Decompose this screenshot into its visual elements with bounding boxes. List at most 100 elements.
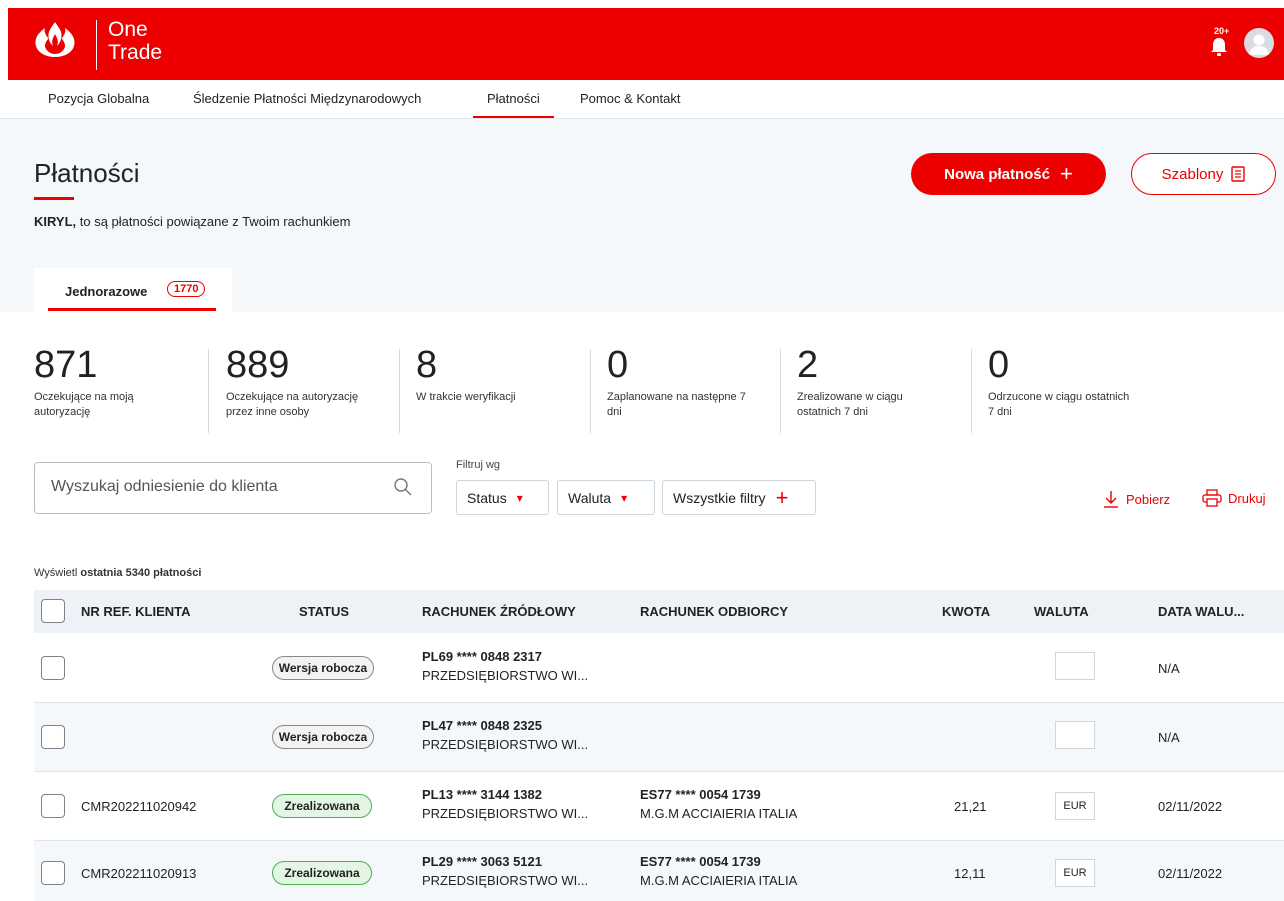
source-account-number: PL47 **** 0848 2325 xyxy=(422,718,542,733)
all-filters-label: Wszystkie filtry xyxy=(673,489,766,506)
col-status[interactable]: STATUS xyxy=(299,604,349,619)
stat-label: Odrzucone w ciągu ostatnich 7 dni xyxy=(988,391,1130,418)
table-row[interactable]: CMR202211020913 Zrealizowana PL29 **** 3… xyxy=(34,841,1284,901)
search-input[interactable] xyxy=(51,478,391,496)
status-badge: Wersja robocza xyxy=(272,656,374,680)
stat-divider xyxy=(399,349,400,433)
stat-value: 8 xyxy=(416,344,438,386)
stat-pending-my-authorization[interactable]: 871 Oczekujące na moją autoryzację xyxy=(34,346,184,420)
value-date: N/A xyxy=(1158,661,1180,676)
currency-filter-label: Waluta xyxy=(568,489,612,506)
new-payment-button[interactable]: Nowa płatność + xyxy=(911,153,1106,195)
nav-item-help-contact[interactable]: Pomoc & Kontakt xyxy=(580,91,680,106)
row-checkbox[interactable] xyxy=(41,794,65,818)
beneficiary-account: ES77 **** 0054 1739 M.G.M ACCIAIERIA ITA… xyxy=(640,854,797,888)
table-row[interactable]: Wersja robocza PL47 **** 0848 2325 PRZED… xyxy=(34,703,1284,772)
amount: 12,11 xyxy=(954,866,986,881)
nav-item-payments[interactable]: Płatności xyxy=(473,91,554,118)
nav-item-global-position[interactable]: Pozycja Globalna xyxy=(48,91,149,106)
download-button[interactable]: Pobierz xyxy=(1102,489,1170,509)
source-account: PL29 **** 3063 5121 PRZEDSIĘBIORSTWO WI.… xyxy=(422,854,588,888)
plus-icon: + xyxy=(775,484,789,510)
beneficiary-account-name: M.G.M ACCIAIERIA ITALIA xyxy=(640,873,798,888)
currency-filter-dropdown[interactable]: Waluta ▾ xyxy=(557,480,655,515)
value-date: N/A xyxy=(1158,730,1180,745)
row-checkbox[interactable] xyxy=(41,725,65,749)
templates-button[interactable]: Szablony xyxy=(1131,153,1276,195)
stat-divider xyxy=(780,349,781,433)
brand-bar xyxy=(8,8,1284,80)
document-icon xyxy=(1231,166,1246,182)
stat-label: W trakcie weryfikacji xyxy=(416,391,516,403)
client-ref: CMR202211020913 xyxy=(81,866,197,881)
status-filter-dropdown[interactable]: Status ▾ xyxy=(456,480,549,515)
source-account: PL13 **** 3144 1382 PRZEDSIĘBIORSTWO WI.… xyxy=(422,787,588,821)
new-payment-label: Nowa płatność xyxy=(944,165,1050,183)
all-filters-button[interactable]: Wszystkie filtry + xyxy=(662,480,816,515)
source-account-number: PL29 **** 3063 5121 xyxy=(422,854,542,869)
row-checkbox[interactable] xyxy=(41,656,65,680)
stat-label: Oczekujące na moją autoryzację xyxy=(34,391,134,418)
source-account-name: PRZEDSIĘBIORSTWO WI... xyxy=(422,873,589,888)
stat-completed-last-7-days[interactable]: 2 Zrealizowane w ciągu ostatnich 7 dni xyxy=(797,346,947,420)
tab-one-time[interactable]: Jednorazowe 1770 xyxy=(34,268,232,312)
source-account-name: PRZEDSIĘBIORSTWO WI... xyxy=(422,737,589,752)
stat-value: 0 xyxy=(988,344,1010,386)
stat-divider xyxy=(971,349,972,433)
status-badge: Zrealizowana xyxy=(272,794,372,818)
amount: 21,21 xyxy=(954,799,987,814)
status-badge: Zrealizowana xyxy=(272,861,372,885)
col-amount[interactable]: KWOTA xyxy=(942,604,990,619)
page-subtitle: KIRYL, to są płatności powiązane z Twoim… xyxy=(34,214,350,229)
app-name: One Trade xyxy=(108,18,163,64)
stat-pending-others-authorization[interactable]: 889 Oczekujące na autoryzację przez inne… xyxy=(226,346,386,420)
value-date: 02/11/2022 xyxy=(1158,799,1223,814)
filter-label: Filtruj wg xyxy=(456,459,501,471)
source-account: PL47 **** 0848 2325 PRZEDSIĘBIORSTWO WI.… xyxy=(422,718,588,752)
col-source-account[interactable]: RACHUNEK ŹRÓDŁOWY xyxy=(422,604,576,619)
stat-in-verification[interactable]: 8 W trakcie weryfikacji xyxy=(416,346,566,405)
col-value-date[interactable]: DATA WALU... xyxy=(1158,604,1244,619)
search-icon[interactable] xyxy=(393,477,413,497)
stat-rejected-last-7-days[interactable]: 0 Odrzucone w ciągu ostatnich 7 dni xyxy=(988,346,1138,420)
logo-divider xyxy=(96,20,97,70)
table-row[interactable]: Wersja robocza PL69 **** 0848 2317 PRZED… xyxy=(34,634,1284,703)
col-client-ref[interactable]: NR REF. KLIENTA xyxy=(81,604,191,619)
stat-label: Zrealizowane w ciągu ostatnich 7 dni xyxy=(797,391,903,418)
results-count-prefix: Wyświetl xyxy=(34,567,81,579)
beneficiary-account-number: ES77 **** 0054 1739 xyxy=(640,787,761,802)
user-avatar-icon[interactable] xyxy=(1244,28,1274,58)
stat-label: Zaplanowane na następne 7 dni xyxy=(607,391,746,418)
source-account-name: PRZEDSIĘBIORSTWO WI... xyxy=(422,806,589,821)
subtitle-text: to są płatności powiązane z Twoim rachun… xyxy=(76,214,351,229)
stat-value: 871 xyxy=(34,344,98,386)
stat-divider xyxy=(208,349,209,433)
stat-scheduled-next-7-days[interactable]: 0 Zaplanowane na następne 7 dni xyxy=(607,346,757,420)
beneficiary-account: ES77 **** 0054 1739 M.G.M ACCIAIERIA ITA… xyxy=(640,787,797,821)
currency-badge xyxy=(1055,721,1095,749)
stat-value: 889 xyxy=(226,344,290,386)
row-checkbox[interactable] xyxy=(41,861,65,885)
col-currency[interactable]: WALUTA xyxy=(1034,604,1089,619)
santander-flame-logo-icon[interactable] xyxy=(32,20,78,60)
table-row[interactable]: CMR202211020942 Zrealizowana PL13 **** 3… xyxy=(34,772,1284,841)
templates-label: Szablony xyxy=(1161,165,1224,183)
print-label: Drukuj xyxy=(1228,490,1266,506)
status-filter-label: Status xyxy=(467,489,507,506)
table-header: NR REF. KLIENTA STATUS RACHUNEK ŹRÓDŁOWY… xyxy=(34,590,1284,633)
select-all-checkbox[interactable] xyxy=(41,599,65,623)
plus-icon: + xyxy=(1060,161,1073,186)
source-account: PL69 **** 0848 2317 PRZEDSIĘBIORSTWO WI.… xyxy=(422,649,588,683)
top-header: One Trade 20+ xyxy=(0,0,1284,80)
subtitle-user-name: KIRYL, xyxy=(34,214,77,229)
results-count: Wyświetl ostatnia 5340 płatności xyxy=(34,567,201,579)
download-label: Pobierz xyxy=(1126,491,1171,507)
stat-value: 0 xyxy=(607,344,629,386)
col-beneficiary-account[interactable]: RACHUNEK ODBIORCY xyxy=(640,604,788,619)
source-account-number: PL13 **** 3144 1382 xyxy=(422,787,542,802)
beneficiary-account-number: ES77 **** 0054 1739 xyxy=(640,854,761,869)
page-title: Płatności xyxy=(34,158,140,188)
notification-count-badge: 20+ xyxy=(1214,26,1230,36)
print-button[interactable]: Drukuj xyxy=(1202,489,1266,507)
nav-item-payment-tracking[interactable]: Śledzenie Płatności Międzynarodowych xyxy=(193,91,421,106)
